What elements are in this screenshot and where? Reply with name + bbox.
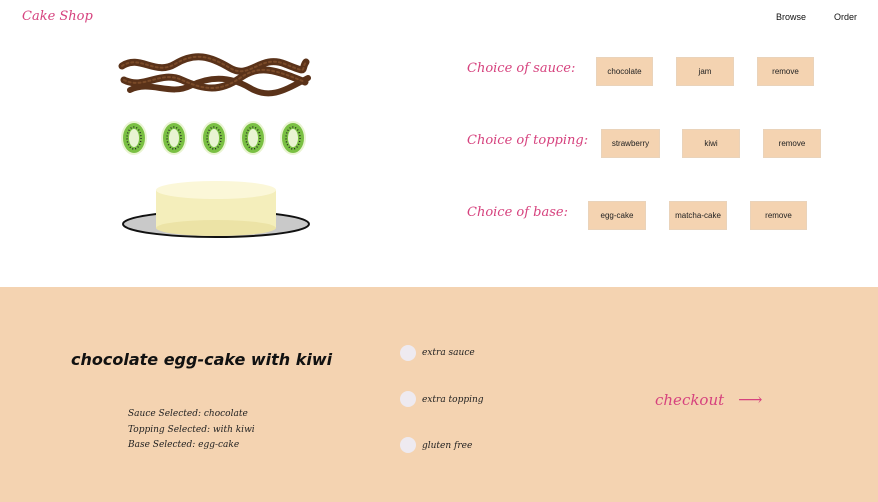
cake-preview <box>110 50 320 250</box>
checkout-label: checkout <box>655 391 725 409</box>
topping-remove-button[interactable]: remove <box>763 129 821 158</box>
topping-kiwi-button[interactable]: kiwi <box>682 129 740 158</box>
kiwi-slice-icon <box>201 121 227 155</box>
topping-strawberry-button[interactable]: strawberry <box>601 129 660 158</box>
cake-base-icon <box>122 181 310 238</box>
sauce-selected-text: Sauce Selected: chocolate <box>128 409 248 419</box>
base-label: Choice of base: <box>467 205 568 220</box>
checkout-button[interactable]: checkout ⟶ <box>655 390 763 410</box>
chocolate-drizzle-icon <box>118 53 311 97</box>
extra-sauce-label: extra sauce <box>422 348 475 358</box>
cake-illustration <box>118 53 311 238</box>
base-selected-text: Base Selected: egg-cake <box>128 440 240 450</box>
topping-selected-text: Topping Selected: with kiwi <box>128 425 255 435</box>
kiwi-slice-icon <box>161 121 187 155</box>
topping-label: Choice of topping: <box>467 133 589 148</box>
nav-order[interactable]: Order <box>834 12 857 22</box>
nav-browse[interactable]: Browse <box>776 12 806 22</box>
gluten-free-label: gluten free <box>422 441 473 451</box>
base-matcha-cake-button[interactable]: matcha-cake <box>669 201 727 230</box>
extra-sauce-radio[interactable] <box>400 345 416 361</box>
kiwi-slices <box>121 121 306 155</box>
extra-topping-radio[interactable] <box>400 391 416 407</box>
extra-topping-label: extra topping <box>422 395 484 405</box>
summary-panel: chocolate egg-cake with kiwi Sauce Selec… <box>0 287 878 502</box>
kiwi-slice-icon <box>121 121 147 155</box>
sauce-chocolate-button[interactable]: chocolate <box>596 57 653 86</box>
order-title: chocolate egg-cake with kiwi <box>71 350 333 369</box>
base-egg-cake-button[interactable]: egg-cake <box>588 201 646 230</box>
base-remove-button[interactable]: remove <box>750 201 807 230</box>
gluten-free-radio[interactable] <box>400 437 416 453</box>
sauce-remove-button[interactable]: remove <box>757 57 814 86</box>
arrow-right-icon: ⟶ <box>738 390 763 410</box>
kiwi-slice-icon <box>280 121 306 155</box>
header: Cake Shop Browse Order <box>0 0 878 36</box>
sauce-jam-button[interactable]: jam <box>676 57 734 86</box>
kiwi-slice-icon <box>240 121 266 155</box>
logo[interactable]: Cake Shop <box>22 9 93 24</box>
sauce-label: Choice of sauce: <box>467 61 576 76</box>
